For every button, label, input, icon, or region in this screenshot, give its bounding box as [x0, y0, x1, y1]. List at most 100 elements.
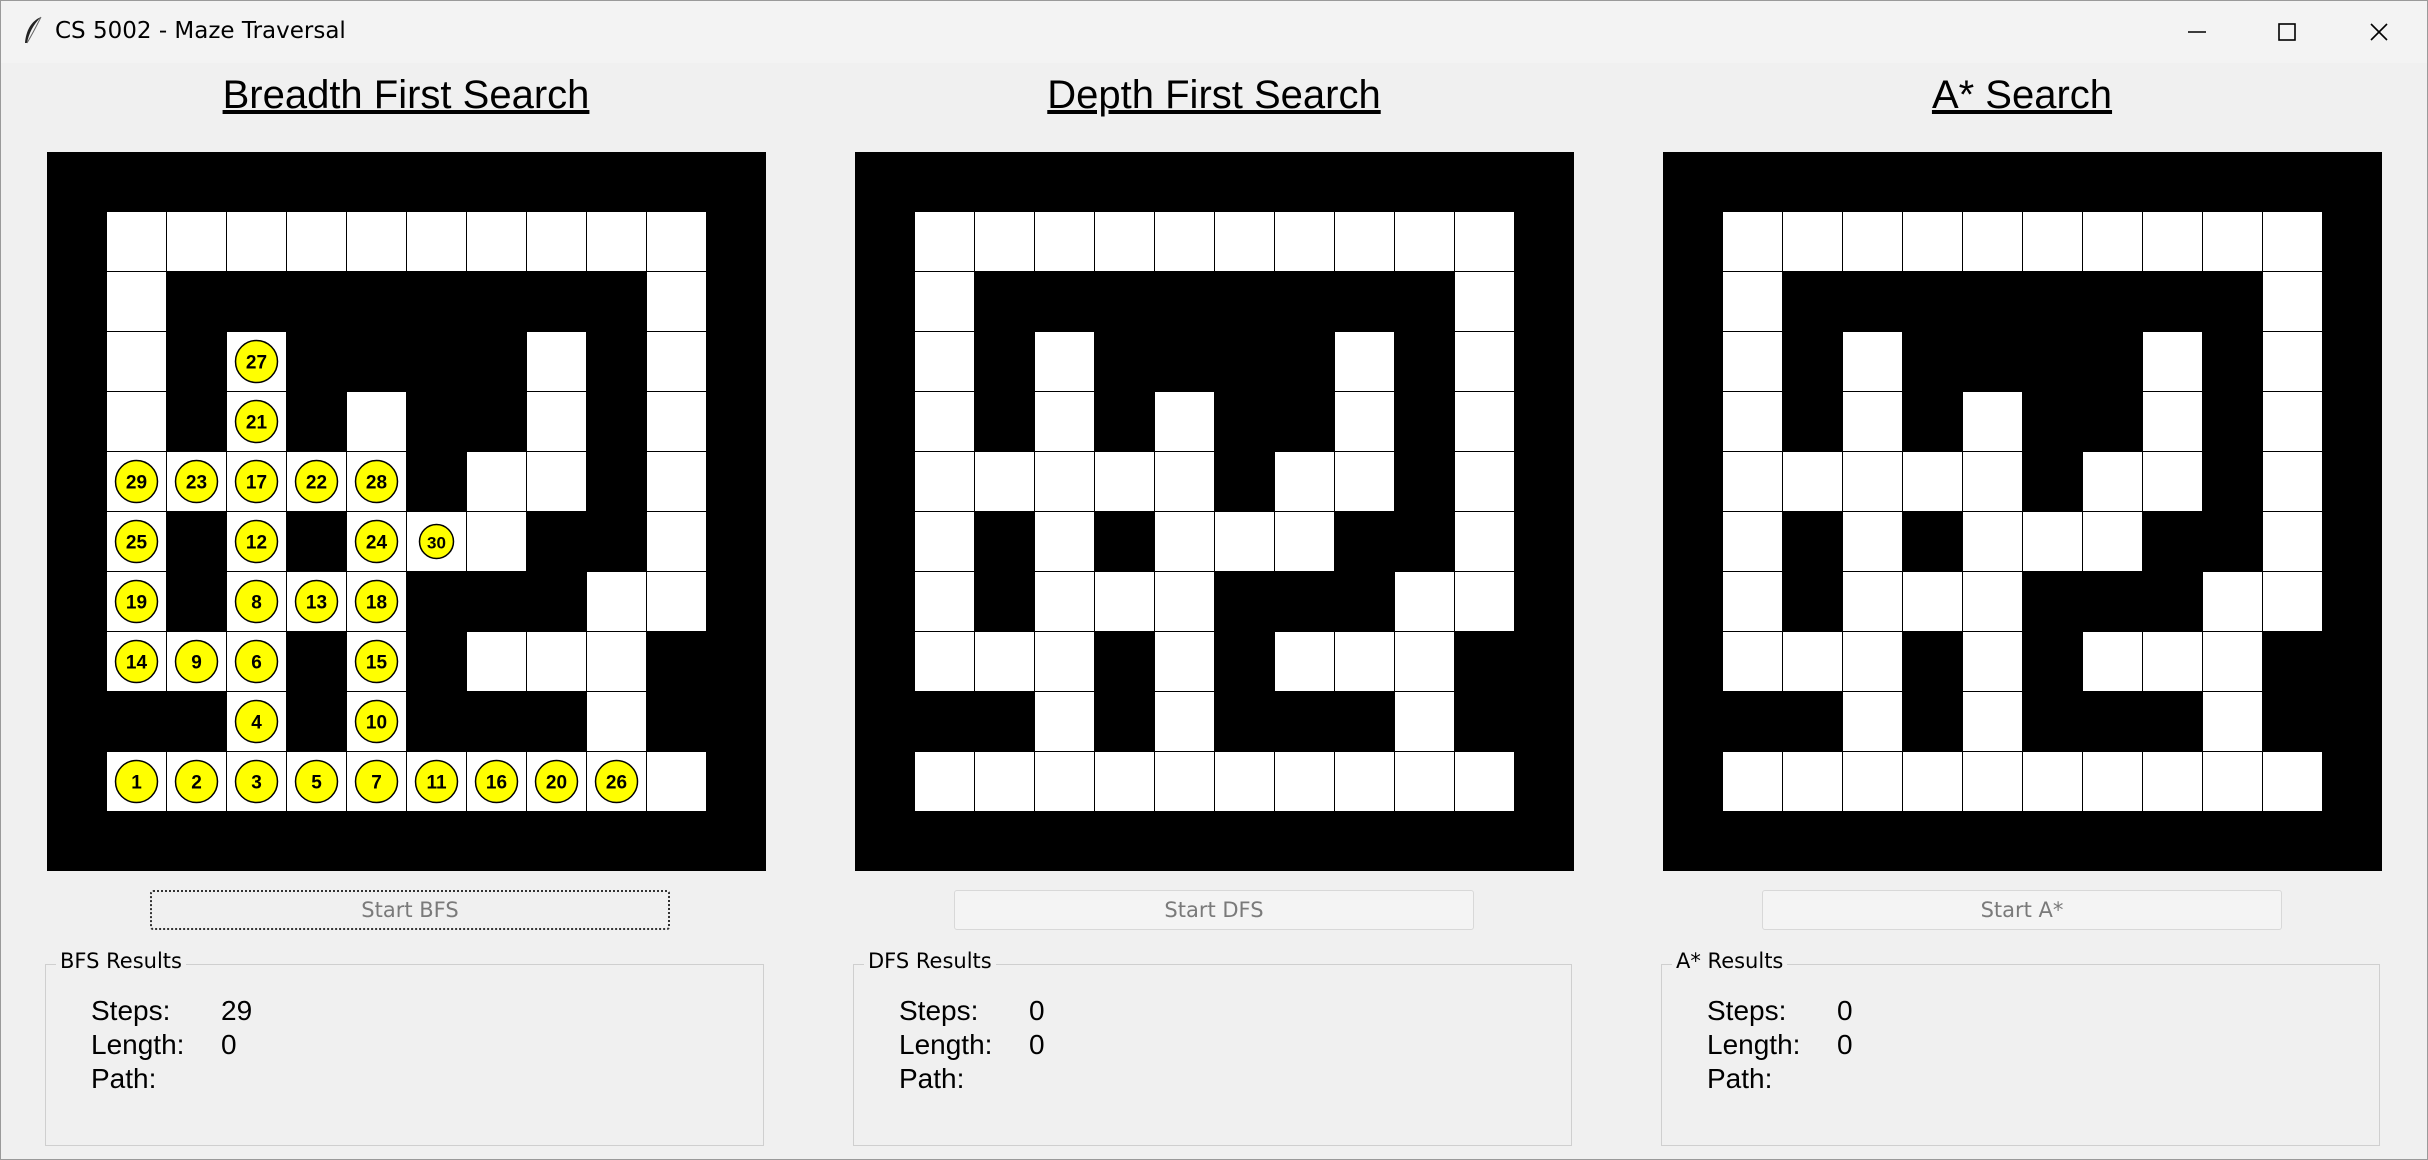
bfs-visited-order-label: 10 — [366, 713, 387, 734]
bfs-maze-wall — [406, 451, 467, 512]
dfs-maze-wall — [1154, 271, 1215, 332]
feather-icon — [25, 16, 42, 44]
dfs-maze-cell — [1454, 571, 1515, 632]
bfs-maze-wall — [406, 571, 467, 632]
astar-maze — [1663, 152, 2382, 871]
bfs-visited-order-label: 29 — [126, 473, 147, 494]
dfs-maze-wall — [1274, 571, 1335, 632]
astar-maze-cell — [2262, 211, 2323, 272]
dfs-maze-cell — [1034, 211, 1095, 272]
bfs-visited-order-label: 2 — [191, 773, 202, 794]
astar-maze-wall — [2142, 691, 2203, 752]
astar-maze-cell — [1722, 211, 1783, 272]
maximize-button[interactable] — [2241, 1, 2333, 63]
astar-maze-cell — [1722, 451, 1783, 512]
dfs-title: Depth First Search — [1047, 73, 1381, 117]
dfs-maze-cell — [1034, 571, 1095, 632]
astar-maze-wall — [2262, 691, 2323, 752]
dfs-maze-cell — [1394, 751, 1455, 812]
bfs-maze-wall — [286, 691, 347, 752]
dfs-maze-wall — [1454, 631, 1515, 692]
dfs-maze-wall — [974, 511, 1035, 572]
dfs-maze-cell — [914, 751, 975, 812]
bfs-maze-cell — [346, 391, 407, 452]
astar-maze-wall — [2202, 511, 2263, 572]
close-button[interactable] — [2333, 1, 2425, 63]
bfs-results-title: BFS Results — [56, 949, 186, 973]
astar-maze-cell — [1902, 751, 1963, 812]
dfs-maze-wall — [1394, 451, 1455, 512]
dfs-maze — [855, 152, 1574, 871]
astar-maze-cell — [1782, 751, 1843, 812]
bfs-maze-wall — [166, 391, 227, 452]
minimize-button[interactable] — [2151, 1, 2243, 63]
dfs-maze-cell — [1334, 631, 1395, 692]
bfs-maze-wall — [466, 331, 527, 392]
dfs-maze-cell — [914, 391, 975, 452]
astar-maze-wall — [1962, 331, 2023, 392]
dfs-maze-wall — [974, 571, 1035, 632]
astar-maze-cell — [1842, 751, 1903, 812]
astar-maze-wall — [1902, 391, 1963, 452]
astar-maze-wall — [1902, 511, 1963, 572]
bfs-maze-cell — [646, 511, 707, 572]
dfs-maze-wall — [974, 271, 1035, 332]
dfs-maze-cell — [1034, 511, 1095, 572]
bfs-maze-cell — [106, 331, 167, 392]
astar-maze-wall — [2142, 511, 2203, 572]
bfs-maze-cell — [286, 211, 347, 272]
dfs-maze-cell — [1454, 751, 1515, 812]
dfs-maze-cell — [1454, 391, 1515, 452]
maximize-icon — [2278, 23, 2296, 41]
bfs-visited-order-label: 28 — [366, 473, 387, 494]
bfs-maze-wall — [346, 271, 407, 332]
bfs-maze-wall — [166, 271, 227, 332]
astar-length-label: Length: — [1707, 1029, 1801, 1060]
dfs-results: DFS Results Steps: 0 Length: 0 Path: — [853, 949, 1572, 1146]
dfs-maze-wall — [1394, 271, 1455, 332]
bfs-maze-wall — [466, 571, 527, 632]
bfs-maze-wall — [646, 691, 707, 752]
minimize-icon — [2188, 31, 2206, 33]
title-bar: CS 5002 - Maze Traversal — [1, 1, 2427, 63]
astar-results-title: A* Results — [1672, 949, 1788, 973]
dfs-maze-cell — [914, 511, 975, 572]
bfs-visited-order-label: 7 — [371, 773, 382, 794]
start-dfs-button[interactable]: Start DFS — [954, 890, 1474, 930]
astar-maze-cell — [1842, 331, 1903, 392]
astar-maze-cell — [1902, 571, 1963, 632]
astar-maze-cell — [1842, 211, 1903, 272]
bfs-visited-order-label: 30 — [427, 534, 446, 553]
astar-maze-cell — [1782, 631, 1843, 692]
dfs-maze-cell — [1154, 211, 1215, 272]
bfs-visited-order-label: 21 — [246, 413, 268, 434]
astar-maze-cell — [2262, 271, 2323, 332]
astar-maze-cell — [2022, 751, 2083, 812]
bfs-maze-cell — [106, 211, 167, 272]
astar-maze-cell — [1962, 751, 2023, 812]
dfs-maze-cell — [1394, 691, 1455, 752]
dfs-maze-cell — [1334, 391, 1395, 452]
bfs-visited-order-label: 26 — [606, 773, 627, 794]
astar-maze-cell — [1962, 691, 2023, 752]
astar-maze-cell — [2262, 451, 2323, 512]
astar-maze-wall — [2082, 331, 2143, 392]
astar-maze-cell — [1722, 331, 1783, 392]
start-astar-button[interactable]: Start A* — [1762, 890, 2282, 930]
dfs-maze-cell — [1094, 751, 1155, 812]
dfs-maze-cell — [1214, 211, 1275, 272]
bfs-visited-order-label: 27 — [246, 353, 267, 374]
dfs-maze-wall — [1094, 331, 1155, 392]
dfs-maze-cell — [1034, 451, 1095, 512]
bfs-path-label: Path: — [91, 1063, 157, 1094]
dfs-maze-cell — [1454, 331, 1515, 392]
astar-maze-cell — [1722, 271, 1783, 332]
bfs-steps-value: 29 — [221, 995, 253, 1026]
astar-maze-wall — [2082, 691, 2143, 752]
bfs-maze-cell — [646, 751, 707, 812]
dfs-length-value: 0 — [1029, 1029, 1045, 1060]
bfs-maze-wall — [406, 631, 467, 692]
start-bfs-button[interactable]: Start BFS — [150, 890, 670, 930]
dfs-maze-cell — [1394, 631, 1455, 692]
dfs-maze-cell — [1394, 571, 1455, 632]
